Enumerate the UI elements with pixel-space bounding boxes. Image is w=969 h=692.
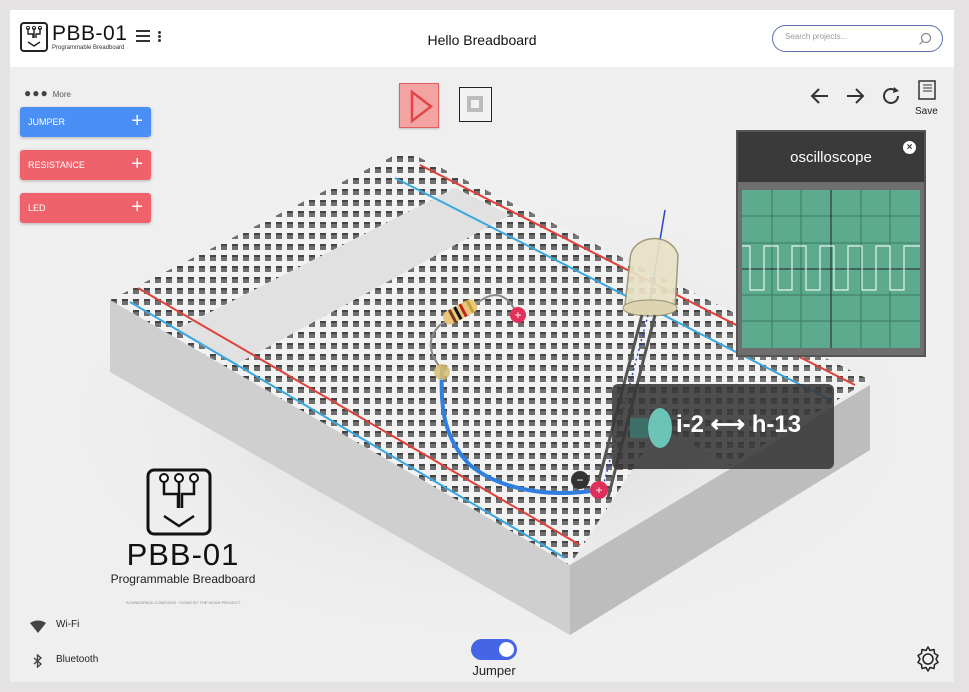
- wifi-label: Wi-Fi: [56, 619, 80, 630]
- search-box[interactable]: [772, 25, 943, 52]
- bluetooth-icon: [33, 654, 43, 668]
- stop-icon: [467, 96, 483, 112]
- oscilloscope-title: oscilloscope: [790, 149, 872, 166]
- refresh-icon[interactable]: [880, 85, 902, 107]
- board-logo-title: PBB-01: [126, 537, 240, 572]
- save-book-icon[interactable]: [916, 79, 938, 101]
- oscilloscope-header: oscilloscope ×: [738, 132, 924, 182]
- plus-icon: +: [131, 196, 143, 218]
- add-jumper-button[interactable]: JUMPER +: [20, 107, 151, 137]
- bluetooth-label: Bluetooth: [56, 654, 99, 665]
- resistor-end-node: [434, 364, 450, 380]
- play-button[interactable]: [399, 83, 439, 128]
- toggle-knob: [499, 642, 514, 657]
- connection-tooltip: i-2 ⟷ h-13: [612, 384, 834, 469]
- oscilloscope-screen: [742, 190, 920, 348]
- jumper-toggle-label: Jumper: [472, 663, 516, 678]
- oscilloscope-waveform: [742, 190, 920, 348]
- plus-icon: +: [595, 483, 602, 497]
- more-button[interactable]: ●●● More: [24, 86, 71, 100]
- resistance-button-label: RESISTANCE: [28, 160, 85, 170]
- plus-icon: +: [131, 110, 143, 132]
- led-base: [622, 299, 678, 317]
- wifi-icon: [30, 620, 46, 633]
- settings-gear-icon[interactable]: [914, 645, 942, 673]
- stop-button[interactable]: [459, 87, 492, 122]
- arrow-right-icon[interactable]: [844, 85, 866, 107]
- led-body: [624, 238, 679, 311]
- led-button-label: LED: [28, 203, 46, 213]
- add-resistance-button[interactable]: RESISTANCE +: [20, 150, 151, 180]
- connection-label: i-2 ⟷ h-13: [676, 411, 802, 438]
- save-label[interactable]: Save: [915, 106, 938, 117]
- plug-icon: [630, 408, 672, 448]
- search-input[interactable]: [785, 32, 905, 41]
- jumper-mode-toggle[interactable]: [471, 639, 517, 660]
- app-window: + − + PBB-01 Programmable Breadboard Hel…: [10, 10, 954, 682]
- oscilloscope-panel: oscilloscope ×: [736, 130, 926, 357]
- play-icon: [410, 89, 434, 124]
- search-icon[interactable]: [918, 32, 932, 46]
- jumper-button-label: JUMPER: [28, 117, 66, 127]
- more-label: More: [52, 90, 71, 99]
- minus-icon: −: [576, 473, 583, 487]
- add-led-button[interactable]: LED +: [20, 193, 151, 223]
- close-icon[interactable]: ×: [903, 141, 916, 154]
- board-logo-icon: [146, 468, 212, 536]
- arrow-left-icon[interactable]: [809, 85, 831, 107]
- plus-icon: +: [131, 153, 143, 175]
- plus-icon: +: [514, 308, 521, 322]
- board-logo-credit: SOUNDSPACE.COM©2020 · ICONS BY THE NOUN …: [125, 600, 241, 605]
- more-dots-icon: ●●●: [24, 86, 49, 100]
- top-bar: PBB-01 Programmable Breadboard Hello Bre…: [10, 10, 954, 67]
- board-logo-subtitle: Programmable Breadboard: [110, 572, 256, 586]
